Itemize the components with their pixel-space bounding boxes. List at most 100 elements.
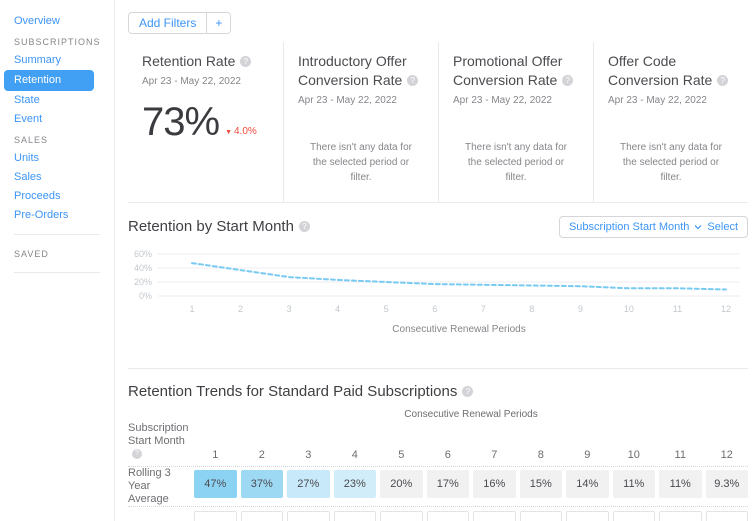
sidebar-divider	[14, 272, 100, 273]
sidebar-item-overview[interactable]: Overview	[0, 12, 114, 31]
metric-cards-row: Retention Rate Apr 23 - May 22, 2022 73%…	[128, 42, 748, 202]
card-value-row: 73% ▼4.0%	[142, 101, 269, 143]
sidebar-item-pre-orders[interactable]: Pre-Orders	[0, 206, 114, 225]
card-title-row: Retention Rate	[142, 52, 269, 71]
x-axis-tick-label: 10	[624, 304, 634, 314]
metric-card-promotional-offer: Promotional Offer Conversion Rate Apr 23…	[438, 42, 593, 202]
help-icon[interactable]	[462, 386, 473, 397]
y-axis-tick-label: 40%	[134, 263, 152, 273]
table-cell: -	[380, 511, 423, 521]
card-title: Retention Rate	[142, 53, 235, 69]
table-cell: -	[427, 511, 470, 521]
y-axis-tick-label: 0%	[139, 291, 152, 301]
card-title: Introductory Offer Conversion Rate	[298, 53, 407, 88]
x-axis-tick-label: 1	[189, 304, 194, 314]
x-axis-tick-label: 8	[529, 304, 534, 314]
help-icon[interactable]	[407, 75, 418, 86]
table-cell: -	[613, 511, 656, 521]
retention-trends-section: Retention Trends for Standard Paid Subsc…	[128, 369, 748, 521]
help-icon[interactable]	[132, 449, 142, 459]
sidebar-item-event[interactable]: Event	[0, 110, 114, 129]
table-cell: -	[473, 511, 516, 521]
selector-action-label: Select	[707, 221, 738, 233]
chart-title-row: Retention by Start Month	[128, 218, 310, 236]
table-cell: -	[566, 511, 609, 521]
sidebar-item-state[interactable]: State	[0, 91, 114, 110]
help-icon[interactable]	[717, 75, 728, 86]
sidebar-header-saved: SAVED	[0, 243, 114, 263]
retention-rate-delta: ▼4.0%	[225, 126, 257, 137]
add-filters-group: Add Filters +	[128, 12, 231, 34]
sidebar-header-subscriptions: SUBSCRIPTIONS	[0, 31, 114, 51]
table-row-label: Rolling 3 YearAverage	[128, 467, 190, 506]
y-axis-tick-label: 20%	[134, 277, 152, 287]
column-header-period-12: 12	[706, 422, 749, 466]
filter-toolbar: Add Filters +	[128, 0, 748, 42]
x-axis-tick-label: 3	[287, 304, 292, 314]
help-icon[interactable]	[240, 56, 251, 67]
table-cell: 27%	[287, 470, 330, 498]
sidebar-item-retention[interactable]: Retention	[4, 70, 94, 91]
table-row-label: -	[128, 507, 190, 521]
card-date-range: Apr 23 - May 22, 2022	[453, 95, 579, 106]
sidebar-item-units[interactable]: Units	[0, 149, 114, 168]
retention-by-start-month-section: Retention by Start Month Subscription St…	[128, 203, 748, 368]
x-axis-tick-label: 5	[384, 304, 389, 314]
main-content: Add Filters + Retention Rate Apr 23 - Ma…	[115, 0, 756, 521]
y-axis-tick-label: 60%	[134, 249, 152, 259]
retention-trends-table: Consecutive Renewal PeriodsSubscriptionS…	[128, 405, 748, 521]
row-header-subscription-start-month: SubscriptionStart Month	[128, 422, 190, 466]
sidebar-divider	[14, 234, 100, 235]
table-cell: -	[520, 511, 563, 521]
column-header-period-6: 6	[427, 422, 470, 466]
table-cell: 14%	[566, 470, 609, 498]
table-cell: -	[659, 511, 702, 521]
x-axis-tick-label: 12	[721, 304, 731, 314]
column-header-period-7: 7	[473, 422, 516, 466]
table-title-row: Retention Trends for Standard Paid Subsc…	[128, 383, 748, 401]
column-header-period-3: 3	[287, 422, 330, 466]
sidebar-item-summary[interactable]: Summary	[0, 51, 114, 70]
add-filter-plus-button[interactable]: +	[206, 13, 230, 33]
chevron-down-icon	[694, 225, 702, 230]
column-header-period-8: 8	[520, 422, 563, 466]
column-header-period-2: 2	[241, 422, 284, 466]
x-axis-tick-label: 9	[578, 304, 583, 314]
column-header-period-10: 10	[613, 422, 656, 466]
table-cell: 20%	[380, 470, 423, 498]
sidebar-item-sales[interactable]: Sales	[0, 168, 114, 187]
table-cell: -	[706, 511, 749, 521]
x-axis-tick-label: 6	[432, 304, 437, 314]
x-axis-tick-label: 7	[481, 304, 486, 314]
table-cell: -	[241, 511, 284, 521]
column-header-period-11: 11	[659, 422, 702, 466]
chart-section-header: Retention by Start Month Subscription St…	[128, 216, 748, 238]
card-title: Offer Code Conversion Rate	[608, 53, 712, 88]
retention-chart: 0%20%40%60%123456789101112Consecutive Re…	[128, 246, 748, 347]
add-filters-button[interactable]: Add Filters	[129, 13, 206, 33]
down-arrow-icon: ▼	[225, 129, 232, 136]
card-title-row: Introductory Offer Conversion Rate	[298, 52, 424, 90]
table-cell: 16%	[473, 470, 516, 498]
metric-card-offer-code: Offer Code Conversion Rate Apr 23 - May …	[593, 42, 748, 202]
table-cell: 23%	[334, 470, 377, 498]
help-icon[interactable]	[562, 75, 573, 86]
table-cell: 9.3%	[706, 470, 749, 498]
column-header-period-5: 5	[380, 422, 423, 466]
help-icon[interactable]	[299, 221, 310, 232]
column-header-period-4: 4	[334, 422, 377, 466]
row-divider	[128, 466, 748, 467]
table-group-header: Consecutive Renewal Periods	[194, 405, 748, 422]
column-header-period-1: 1	[194, 422, 237, 466]
no-data-message: There isn't any data for the selected pe…	[453, 140, 579, 185]
card-title-row: Promotional Offer Conversion Rate	[453, 52, 579, 90]
table-cell: 11%	[659, 470, 702, 498]
sidebar-item-proceeds[interactable]: Proceeds	[0, 187, 114, 206]
sidebar: OverviewSUBSCRIPTIONSSummaryRetentionSta…	[0, 0, 115, 521]
card-date-range: Apr 23 - May 22, 2022	[298, 95, 424, 106]
table-cell: 11%	[613, 470, 656, 498]
x-axis-title: Consecutive Renewal Periods	[392, 324, 525, 335]
no-data-message: There isn't any data for the selected pe…	[608, 140, 734, 185]
table-section-title: Retention Trends for Standard Paid Subsc…	[128, 383, 457, 400]
start-month-select-button[interactable]: Subscription Start Month Select	[559, 216, 748, 238]
